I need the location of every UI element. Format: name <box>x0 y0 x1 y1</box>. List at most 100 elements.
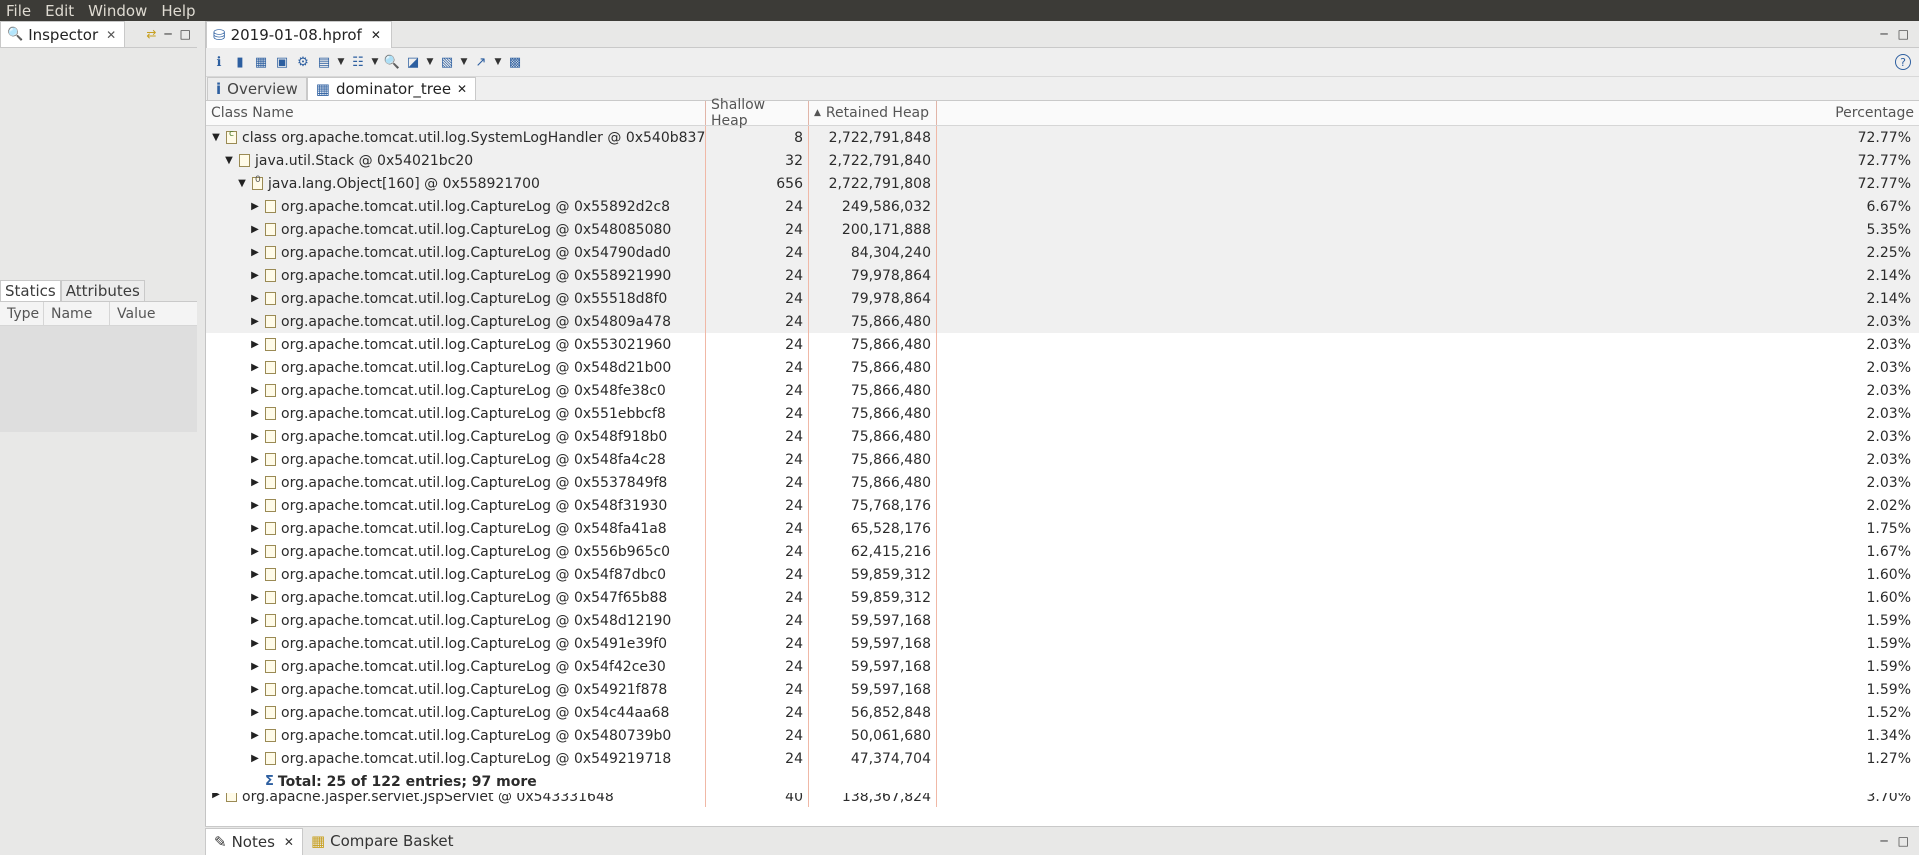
table-row[interactable]: ▶ org.apache.tomcat.util.log.CaptureLog @… <box>206 701 1919 724</box>
table-row[interactable]: ▶ org.apache.tomcat.util.log.CaptureLog @… <box>206 586 1919 609</box>
table-row[interactable]: ▶ org.apache.tomcat.util.log.CaptureLog @… <box>206 448 1919 471</box>
table-row[interactable]: ▶ org.apache.tomcat.util.log.CaptureLog @… <box>206 425 1919 448</box>
collapsed-triangle-icon[interactable]: ▶ <box>249 684 261 695</box>
close-icon[interactable]: ✕ <box>457 82 467 96</box>
table-row[interactable]: ▶ org.apache.tomcat.util.log.CaptureLog @… <box>206 747 1919 770</box>
table-row[interactable]: ▶ org.apache.tomcat.util.log.CaptureLog @… <box>206 287 1919 310</box>
table-row[interactable]: ▶ org.apache.tomcat.util.log.CaptureLog @… <box>206 379 1919 402</box>
table-row[interactable]: ▶ org.apache.tomcat.util.log.CaptureLog @… <box>206 356 1919 379</box>
group-by-icon[interactable]: ◪ <box>404 53 422 71</box>
table-row[interactable]: ▶ org.apache.tomcat.util.log.CaptureLog @… <box>206 632 1919 655</box>
minimize-icon[interactable]: ─ <box>1880 27 1887 41</box>
collapsed-triangle-icon[interactable]: ▶ <box>249 408 261 419</box>
chevron-down-icon[interactable]: ▼ <box>425 53 435 71</box>
close-icon[interactable]: ✕ <box>106 28 116 42</box>
search-icon[interactable]: 🔍 <box>383 53 401 71</box>
collapsed-triangle-icon[interactable]: ▶ <box>249 477 261 488</box>
column-shallow-heap[interactable]: Shallow Heap <box>706 97 809 129</box>
collapsed-triangle-icon[interactable]: ▶ <box>249 707 261 718</box>
chevron-down-icon[interactable]: ▼ <box>336 53 346 71</box>
table-row[interactable]: ▶ org.apache.tomcat.util.log.CaptureLog @… <box>206 517 1919 540</box>
expanded-triangle-icon[interactable]: ▼ <box>210 132 222 143</box>
collapsed-triangle-icon[interactable]: ▶ <box>249 454 261 465</box>
collapsed-triangle-icon[interactable]: ▶ <box>249 592 261 603</box>
collapsed-triangle-icon[interactable]: ▶ <box>249 546 261 557</box>
table-row[interactable]: ▶ org.apache.jasper.servlet.JspServlet @ … <box>206 793 1919 807</box>
tab-attributes[interactable]: Attributes <box>60 280 145 301</box>
collapsed-triangle-icon[interactable]: ▶ <box>249 431 261 442</box>
collapsed-triangle-icon[interactable]: ▶ <box>249 661 261 672</box>
table-row[interactable]: ▶ org.apache.tomcat.util.log.CaptureLog @… <box>206 494 1919 517</box>
chevron-down-icon[interactable]: ▼ <box>370 53 380 71</box>
collapsed-triangle-icon[interactable]: ▶ <box>249 270 261 281</box>
total-row[interactable]: Σ Total: 25 of 122 entries; 97 more <box>206 770 1919 793</box>
table-row[interactable]: ▶ org.apache.tomcat.util.log.CaptureLog @… <box>206 402 1919 425</box>
run-report-icon[interactable]: ▤ <box>315 53 333 71</box>
maximize-icon[interactable]: □ <box>1898 834 1909 848</box>
expanded-triangle-icon[interactable]: ▼ <box>223 155 235 166</box>
table-row[interactable]: ▶ org.apache.tomcat.util.log.CaptureLog @… <box>206 724 1919 747</box>
collapsed-triangle-icon[interactable]: ▶ <box>249 224 261 235</box>
menu-help[interactable]: Help <box>161 2 195 20</box>
table-row[interactable]: ▶ org.apache.tomcat.util.log.CaptureLog @… <box>206 563 1919 586</box>
collapsed-triangle-icon[interactable]: ▶ <box>249 316 261 327</box>
column-retained-heap[interactable]: ▲ Retained Heap <box>809 101 937 125</box>
table-row[interactable]: ▶ org.apache.tomcat.util.log.CaptureLog @… <box>206 678 1919 701</box>
dominator-tree-icon[interactable]: ▦ <box>252 53 270 71</box>
menu-window[interactable]: Window <box>88 2 147 20</box>
table-row[interactable]: ▼ java.lang.Object[160] @ 0x558921700 6562… <box>206 172 1919 195</box>
table-row[interactable]: ▶ org.apache.tomcat.util.log.CaptureLog @… <box>206 655 1919 678</box>
tab-statics[interactable]: Statics <box>0 280 61 301</box>
table-row[interactable]: ▶ org.apache.tomcat.util.log.CaptureLog @… <box>206 241 1919 264</box>
collapsed-triangle-icon[interactable]: ▶ <box>210 793 222 800</box>
table-row[interactable]: ▶ org.apache.tomcat.util.log.CaptureLog @… <box>206 609 1919 632</box>
link-icon[interactable]: ⇄ <box>146 27 156 41</box>
tab-compare-basket[interactable]: ▦ Compare Basket <box>303 828 462 855</box>
column-value[interactable]: Value <box>110 302 197 325</box>
collapsed-triangle-icon[interactable]: ▶ <box>249 339 261 350</box>
column-class-name[interactable]: Class Name <box>206 101 706 125</box>
collapsed-triangle-icon[interactable]: ▶ <box>249 569 261 580</box>
column-name[interactable]: Name <box>44 302 110 325</box>
close-icon[interactable]: ✕ <box>284 835 294 849</box>
table-row[interactable]: ▶ org.apache.tomcat.util.log.CaptureLog @… <box>206 310 1919 333</box>
inspector-tab[interactable]: 🔍 Inspector ✕ <box>0 21 126 47</box>
maximize-icon[interactable]: □ <box>1898 27 1909 41</box>
collapsed-triangle-icon[interactable]: ▶ <box>249 500 261 511</box>
maximize-icon[interactable]: □ <box>180 27 191 41</box>
collapsed-triangle-icon[interactable]: ▶ <box>249 247 261 258</box>
chevron-down-icon[interactable]: ▼ <box>459 53 469 71</box>
tab-overview[interactable]: i Overview <box>207 77 307 100</box>
collapsed-triangle-icon[interactable]: ▶ <box>249 638 261 649</box>
column-type[interactable]: Type <box>0 302 44 325</box>
table-row[interactable]: ▶ org.apache.tomcat.util.log.CaptureLog @… <box>206 195 1919 218</box>
collapsed-triangle-icon[interactable]: ▶ <box>249 523 261 534</box>
minimize-icon[interactable]: ─ <box>164 27 171 41</box>
table-row[interactable]: ▼ class org.apache.tomcat.util.log.System… <box>206 126 1919 149</box>
tab-dominator-tree[interactable]: ▦ dominator_tree ✕ <box>306 77 477 100</box>
chevron-down-icon[interactable]: ▼ <box>493 53 503 71</box>
collapsed-triangle-icon[interactable]: ▶ <box>249 730 261 741</box>
info-icon[interactable]: ℹ <box>210 53 228 71</box>
export-icon[interactable]: ↗ <box>472 53 490 71</box>
minimize-icon[interactable]: ─ <box>1880 834 1887 848</box>
histogram-icon[interactable]: ▮ <box>231 53 249 71</box>
table-row[interactable]: ▶ org.apache.tomcat.util.log.CaptureLog @… <box>206 264 1919 287</box>
table-row[interactable]: ▶ org.apache.tomcat.util.log.CaptureLog @… <box>206 333 1919 356</box>
table-row[interactable]: ▶ org.apache.tomcat.util.log.CaptureLog @… <box>206 218 1919 241</box>
column-percentage[interactable]: Percentage <box>937 101 1919 125</box>
collapsed-triangle-icon[interactable]: ▶ <box>249 293 261 304</box>
help-icon[interactable]: ? <box>1895 54 1911 70</box>
hprof-file-tab[interactable]: ⛁ 2019-01-08.hprof ✕ <box>206 20 392 48</box>
table-row[interactable]: ▶ org.apache.tomcat.util.log.CaptureLog @… <box>206 540 1919 563</box>
menu-edit[interactable]: Edit <box>45 2 74 20</box>
compare-icon[interactable]: ▩ <box>506 53 524 71</box>
collapsed-triangle-icon[interactable]: ▶ <box>249 615 261 626</box>
table-row[interactable]: ▼ java.util.Stack @ 0x54021bc20 32 2,722,79… <box>206 149 1919 172</box>
collapsed-triangle-icon[interactable]: ▶ <box>249 385 261 396</box>
menu-file[interactable]: File <box>6 2 31 20</box>
table-row[interactable]: ▶ org.apache.tomcat.util.log.CaptureLog @… <box>206 471 1919 494</box>
collapsed-triangle-icon[interactable]: ▶ <box>249 753 261 764</box>
collapsed-triangle-icon[interactable]: ▶ <box>249 201 261 212</box>
oql-icon[interactable]: ▣ <box>273 53 291 71</box>
